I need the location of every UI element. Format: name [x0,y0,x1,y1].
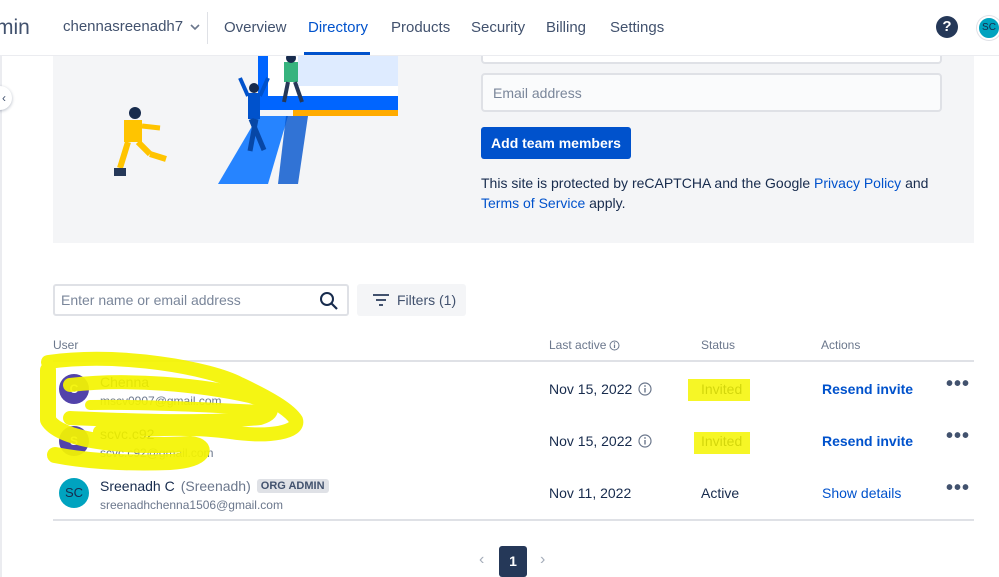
tab-overview[interactable]: Overview [224,19,287,36]
last-active-cell: Nov 15, 2022 [549,381,652,397]
avatar: S [59,426,89,456]
avatar: SC [59,478,89,508]
recaptcha-and: and [901,175,929,191]
filter-icon [373,294,389,306]
page-1-button[interactable]: 1 [499,546,527,577]
recaptcha-text: This site is protected by reCAPTCHA and … [481,175,815,191]
nav-divider [207,12,208,44]
filters-button[interactable]: Filters (1) [357,284,466,316]
last-active-date: Nov 15, 2022 [549,381,633,397]
active-tab-indicator [304,52,370,55]
tab-security[interactable]: Security [471,19,525,36]
user-name-text: Chenna [100,374,150,390]
tab-products[interactable]: Products [391,19,450,36]
email-field[interactable] [481,73,942,112]
previous-page-button[interactable]: ‹ [479,551,484,569]
user-email: scvc.c92@gmail.com [100,446,214,460]
user-alias: (Sreenadh) [180,478,251,494]
avatar: C [59,374,89,404]
show-details-link[interactable]: Show details [822,485,901,501]
status-badge: Active [701,485,740,501]
user-avatar[interactable]: SC [977,16,999,40]
invite-panel: Add team members This site is protected … [53,56,974,243]
top-navigation: min chennasreenadh7 Overview Directory P… [0,0,999,56]
last-active-cell: Nov 15, 2022 [549,433,652,449]
user-name-text: Sreenadh C [100,478,175,494]
org-admin-badge: ORG ADMIN [256,479,329,493]
table-bottom-divider [53,519,974,521]
next-page-button[interactable]: › [540,551,545,569]
filters-label: Filters (1) [397,292,457,308]
add-team-members-button[interactable]: Add team members [481,127,631,159]
recaptcha-notice: This site is protected by reCAPTCHA and … [481,173,951,213]
help-icon[interactable]: ? [936,16,958,38]
last-active-cell: Nov 11, 2022 [549,485,631,501]
table-row: SC Sreenadh C (Sreenadh) ORG ADMIN sreen… [53,467,974,519]
status-badge: Invited [701,381,743,397]
column-header-last-active: Last active [549,338,620,352]
user-email: mscv0907@gmail.com [100,394,222,408]
name-field-partial[interactable] [481,56,942,64]
tab-billing[interactable]: Billing [546,19,586,36]
more-actions-icon[interactable]: ••• [946,374,970,397]
last-active-date: Nov 11, 2022 [549,485,632,501]
info-icon[interactable] [609,340,620,351]
tab-settings[interactable]: Settings [610,19,664,36]
privacy-policy-link[interactable]: Privacy Policy [814,175,901,191]
user-name: Chenna [100,374,149,390]
resend-invite-link[interactable]: Resend invite [822,433,913,449]
search-icon[interactable] [319,291,339,311]
last-active-label: Last active [549,338,607,352]
team-illustration [114,56,398,184]
user-name: scvc.c92 [100,426,154,442]
more-actions-icon[interactable]: ••• [946,426,970,449]
terms-of-service-link[interactable]: Terms of Service [481,195,585,211]
user-email: sreenadhchenna1506@gmail.com [100,498,283,512]
user-name: Sreenadh C (Sreenadh) ORG ADMIN [100,478,329,494]
resend-invite-link[interactable]: Resend invite [822,381,913,397]
more-actions-icon[interactable]: ••• [946,478,970,501]
recaptcha-suffix: apply. [585,195,626,211]
org-switcher[interactable]: chennasreenadh7 [63,18,201,35]
table-row: C Chenna mscv0907@gmail.com Nov 15, 2022… [53,363,974,415]
tab-directory[interactable]: Directory [308,19,368,36]
last-active-date: Nov 15, 2022 [549,433,633,449]
sidebar-edge [0,56,2,577]
info-icon[interactable] [638,434,652,448]
chevron-down-icon [190,23,200,30]
user-name-text: scvc.c92 [100,426,155,442]
collapse-sidebar-button[interactable]: ‹ [0,86,12,110]
user-search-box [53,284,349,316]
table-header-divider [53,360,974,362]
table-row: S scvc.c92 scvc.c92@gmail.com Nov 15, 20… [53,415,974,467]
status-badge: Invited [701,433,743,449]
column-header-user: User [53,338,79,352]
org-name: chennasreenadh7 [63,18,184,35]
info-icon[interactable] [638,382,652,396]
column-header-status: Status [701,338,736,352]
app-title: min [0,16,30,39]
column-header-actions: Actions [821,338,861,352]
search-input[interactable] [55,286,310,314]
